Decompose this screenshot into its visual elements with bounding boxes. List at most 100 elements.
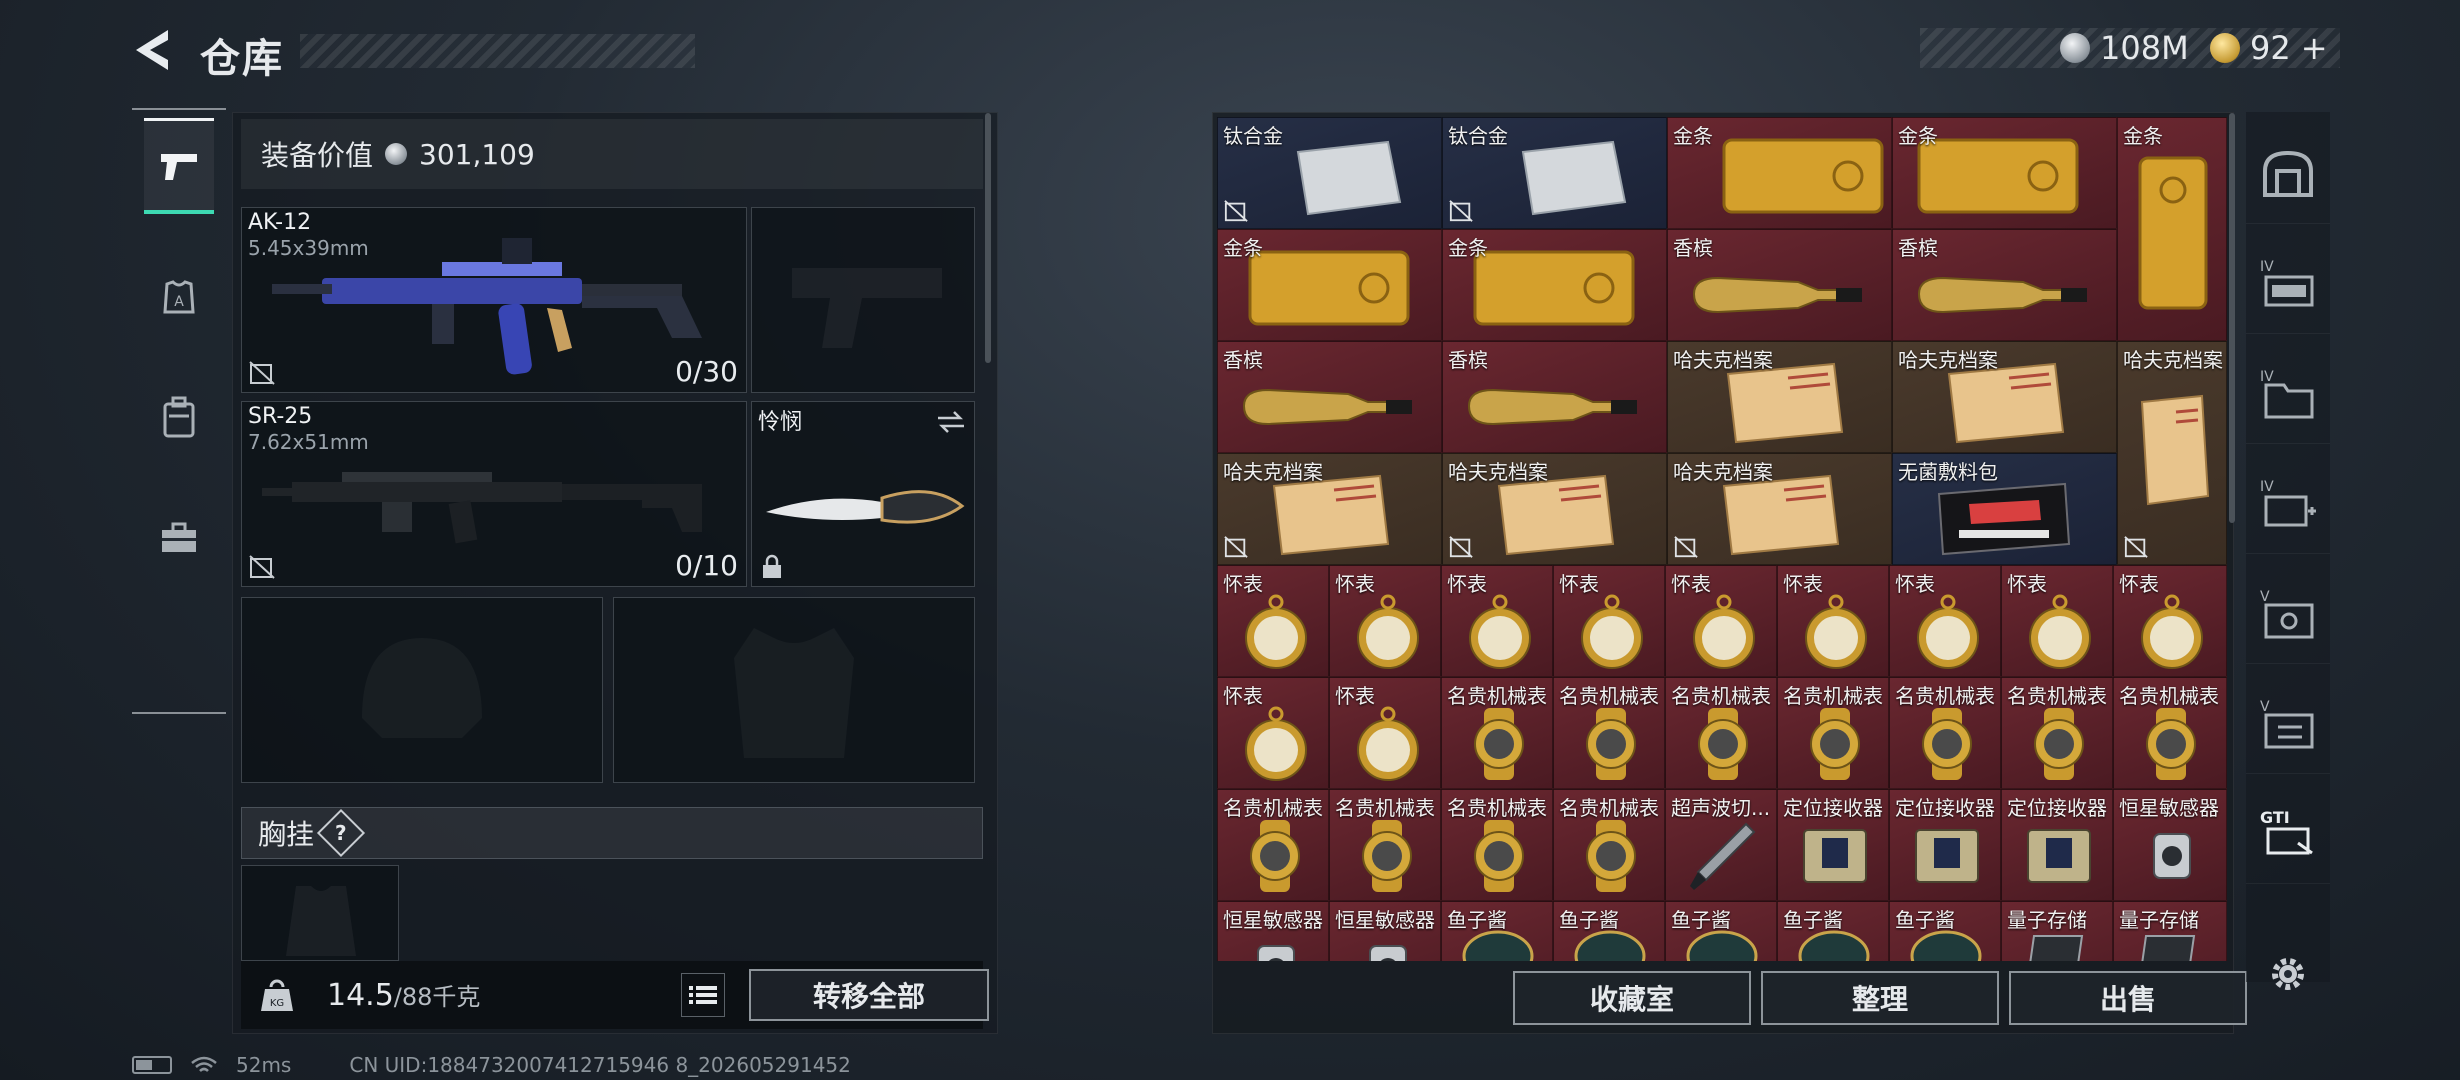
stash-item-caviar[interactable]: 鱼子酱: [1889, 901, 2001, 961]
stash-item-caviar[interactable]: 鱼子酱: [1553, 901, 1665, 961]
stash-item-luxury-watch[interactable]: 名贵机械表: [1553, 789, 1665, 901]
stash-item-dossier[interactable]: 哈夫克档案: [1442, 453, 1667, 565]
stash-item-sterile-dressing[interactable]: 无菌敷料包: [1892, 453, 2117, 565]
stash-item-gold-bar[interactable]: 金条: [1442, 229, 1667, 341]
transfer-all-button[interactable]: 转移全部: [749, 969, 989, 1021]
tab-container-1[interactable]: IV: [2246, 234, 2330, 334]
stash-item-gps-receiver[interactable]: 定位接收器: [1889, 789, 2001, 901]
stash-item-pocket-watch[interactable]: 怀表: [1441, 565, 1553, 677]
stash-item-luxury-watch[interactable]: 名贵机械表: [1553, 677, 1665, 789]
secondary-weapon-slot[interactable]: SR-25 7.62x51mm 0/10: [241, 401, 747, 587]
stash-item-quantum-storage[interactable]: 量子存储: [2001, 901, 2113, 961]
body-armor-slot[interactable]: [613, 597, 975, 783]
sell-button[interactable]: 出售: [2009, 971, 2247, 1025]
item-label: 香槟: [1448, 348, 1488, 372]
item-label: 恒星敏感器: [1223, 908, 1323, 932]
melee-slot[interactable]: 怜悯: [751, 401, 975, 587]
stash-item-pocket-watch[interactable]: 怀表: [1217, 565, 1329, 677]
stash-scrollbar[interactable]: [2229, 113, 2235, 523]
sr25-rifle-icon: [262, 472, 702, 544]
stash-item-pocket-watch[interactable]: 怀表: [1777, 565, 1889, 677]
stash-item-titanium[interactable]: 钛合金: [1217, 117, 1442, 229]
stash-item-star-sensor[interactable]: 恒星敏感器: [1217, 901, 1329, 961]
gold-add-button[interactable]: +: [2301, 29, 2328, 67]
silver-currency[interactable]: 108M: [2060, 29, 2189, 67]
stash-item-pocket-watch[interactable]: 怀表: [2001, 565, 2113, 677]
stash-item-dossier[interactable]: 哈夫克档案: [2117, 341, 2227, 565]
item-label: 金条: [1223, 236, 1263, 260]
item-label: 哈夫克档案: [1673, 348, 1773, 372]
stash-item-gold-bar[interactable]: 金条: [1667, 117, 1892, 229]
help-button[interactable]: ?: [316, 808, 366, 858]
back-button[interactable]: [130, 26, 174, 74]
gps-receiver-icon: [1915, 829, 1979, 883]
pocket-watch-icon: [1245, 594, 1307, 669]
stash-item-dossier[interactable]: 哈夫克档案: [1892, 341, 2117, 453]
stash-item-champagne[interactable]: 香槟: [1667, 229, 1892, 341]
stash-item-luxury-watch[interactable]: 名贵机械表: [1665, 677, 1777, 789]
tab-container-4[interactable]: V: [2246, 564, 2330, 664]
stash-item-pocket-watch[interactable]: 怀表: [1553, 565, 1665, 677]
stash-item-ultrasonic-cutter[interactable]: 超声波切...: [1665, 789, 1777, 901]
sort-button[interactable]: 整理: [1761, 971, 1999, 1025]
stash-item-champagne[interactable]: 香槟: [1217, 341, 1442, 453]
stash-item-gps-receiver[interactable]: 定位接收器: [1777, 789, 1889, 901]
tab-backpack[interactable]: [144, 370, 214, 466]
stash-item-gold-bar[interactable]: 金条: [2117, 117, 2227, 341]
stash-item-pocket-watch[interactable]: 怀表: [1329, 565, 1441, 677]
stash-item-luxury-watch[interactable]: 名贵机械表: [1329, 789, 1441, 901]
stash-item-luxury-watch[interactable]: 名贵机械表: [1441, 677, 1553, 789]
gold-bar-icon: [1248, 250, 1410, 326]
stash-item-caviar[interactable]: 鱼子酱: [1665, 901, 1777, 961]
stash-item-dossier[interactable]: 哈夫克档案: [1667, 453, 1892, 565]
stash-item-gps-receiver[interactable]: 定位接收器: [2001, 789, 2113, 901]
tab-medkit[interactable]: [144, 490, 214, 586]
settings-button[interactable]: [2262, 948, 2314, 1000]
stash-item-luxury-watch[interactable]: 名贵机械表: [1441, 789, 1553, 901]
swap-icon[interactable]: [936, 410, 966, 434]
stash-item-pocket-watch[interactable]: 怀表: [1889, 565, 2001, 677]
gold-currency[interactable]: 92 +: [2210, 29, 2328, 67]
list-view-button[interactable]: [681, 973, 725, 1017]
stash-item-pocket-watch[interactable]: 怀表: [1217, 677, 1329, 789]
stash-item-dossier[interactable]: 哈夫克档案: [1667, 341, 1892, 453]
chest-rig-slot[interactable]: [241, 865, 399, 961]
stash-item-luxury-watch[interactable]: 名贵机械表: [1217, 789, 1329, 901]
stash-item-pocket-watch[interactable]: 怀表: [1665, 565, 1777, 677]
tab-armor[interactable]: A: [144, 250, 214, 346]
pistol-slot[interactable]: [751, 207, 975, 393]
tab-container-3[interactable]: IV: [2246, 454, 2330, 554]
stash-item-caviar[interactable]: 鱼子酱: [1441, 901, 1553, 961]
stash-item-star-sensor[interactable]: 恒星敏感器: [2113, 789, 2227, 901]
tab-container-2[interactable]: IV: [2246, 344, 2330, 444]
stash-item-champagne[interactable]: 香槟: [1442, 341, 1667, 453]
item-label: 无菌敷料包: [1898, 460, 1998, 484]
pocket-watch-icon: [2029, 594, 2091, 669]
stash-item-caviar[interactable]: 鱼子酱: [1777, 901, 1889, 961]
gps-receiver-icon: [2027, 829, 2091, 883]
stash-item-dossier[interactable]: 哈夫克档案: [1217, 453, 1442, 565]
titanium-ingot-icon: [1521, 140, 1627, 216]
vest-silhouette-icon: [734, 628, 854, 758]
stash-item-luxury-watch[interactable]: 名贵机械表: [1777, 677, 1889, 789]
tab-container-6[interactable]: GTI: [2246, 784, 2330, 884]
stash-item-star-sensor[interactable]: 恒星敏感器: [1329, 901, 1441, 961]
collection-room-button[interactable]: 收藏室: [1513, 971, 1751, 1025]
stash-item-luxury-watch[interactable]: 名贵机械表: [1889, 677, 2001, 789]
tab-container-5[interactable]: V: [2246, 674, 2330, 774]
stash-item-pocket-watch[interactable]: 怀表: [2113, 565, 2227, 677]
stash-item-champagne[interactable]: 香槟: [1892, 229, 2117, 341]
stash-item-gold-bar[interactable]: 金条: [1217, 229, 1442, 341]
helmet-slot[interactable]: [241, 597, 603, 783]
stash-item-pocket-watch[interactable]: 怀表: [1329, 677, 1441, 789]
tab-stash-main[interactable]: [2246, 124, 2330, 224]
tab-weapons[interactable]: [144, 118, 214, 214]
stash-item-luxury-watch[interactable]: 名贵机械表: [2001, 677, 2113, 789]
dossier-icon: [2140, 394, 2210, 506]
primary-weapon-slot[interactable]: AK-12 5.45x39mm 0/30: [241, 207, 747, 393]
equipment-scrollbar[interactable]: [985, 113, 991, 363]
stash-item-luxury-watch[interactable]: 名贵机械表: [2113, 677, 2227, 789]
stash-item-gold-bar[interactable]: 金条: [1892, 117, 2117, 229]
stash-item-quantum-storage[interactable]: 量子存储: [2113, 901, 2227, 961]
stash-item-titanium[interactable]: 钛合金: [1442, 117, 1667, 229]
